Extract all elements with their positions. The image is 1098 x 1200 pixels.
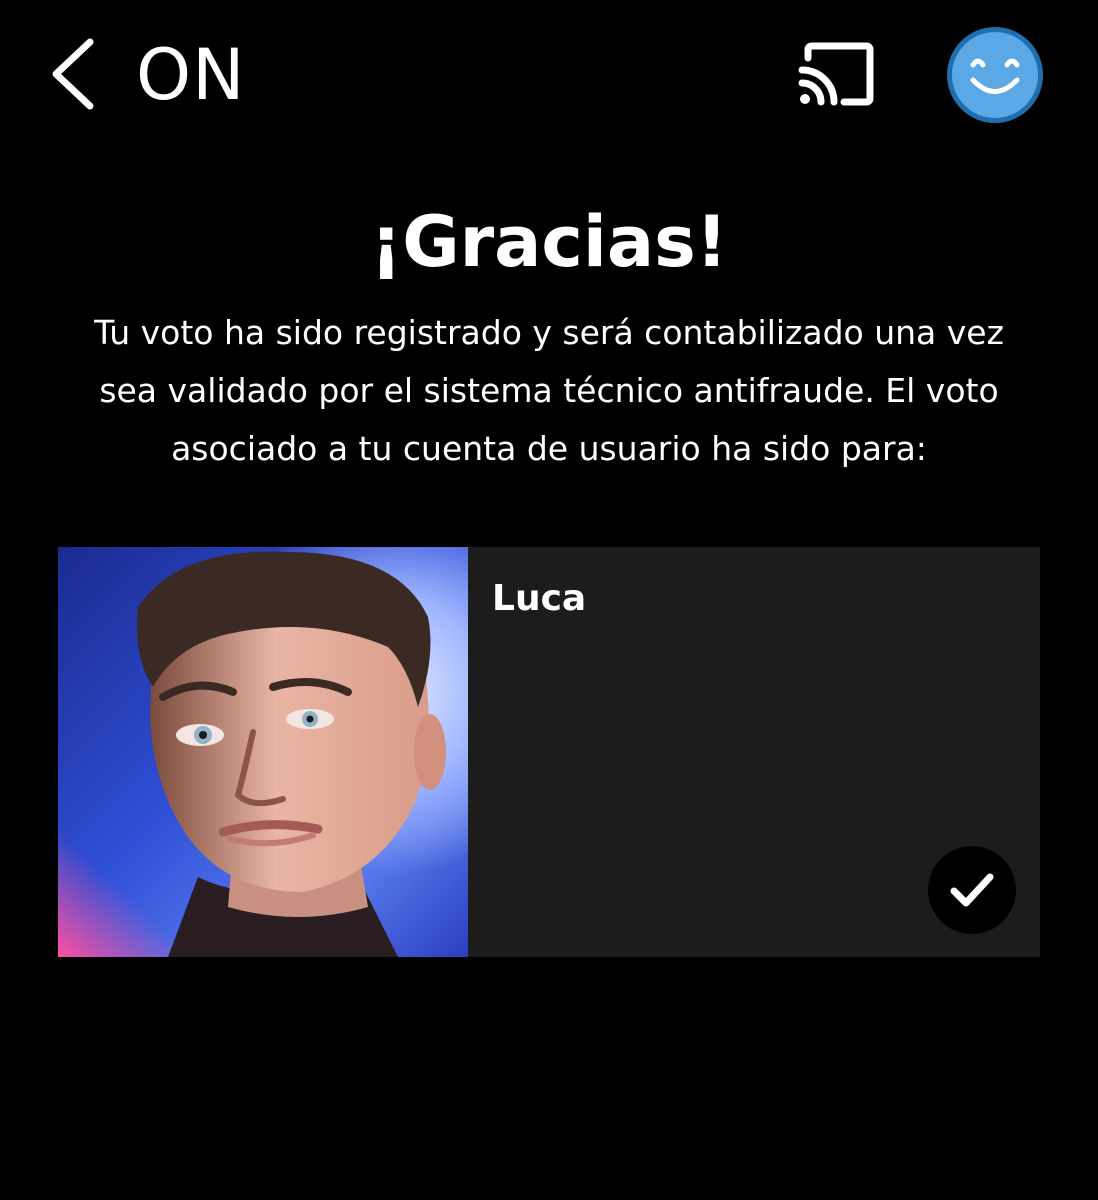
- smiley-face-icon: [947, 27, 1043, 123]
- candidate-photo: [58, 547, 468, 957]
- message-line: asociado a tu cuenta de usuario ha sido …: [171, 429, 927, 468]
- cast-button[interactable]: [794, 40, 878, 108]
- chevron-left-icon: [52, 38, 94, 110]
- candidate-card[interactable]: Luca: [58, 547, 1040, 957]
- selected-badge: [928, 846, 1016, 934]
- app-title: ON: [136, 34, 246, 116]
- checkmark-icon: [950, 873, 994, 907]
- vote-confirmation-screen: ON ¡Gracias! Tu voto ha sido registrado …: [0, 0, 1098, 1200]
- thank-you-heading: ¡Gracias!: [370, 201, 728, 283]
- profile-avatar[interactable]: [945, 25, 1045, 125]
- cast-icon: [798, 42, 874, 106]
- vote-registered-message: Tu voto ha sido registrado y será contab…: [50, 304, 1048, 478]
- message-line: Tu voto ha sido registrado y será contab…: [94, 313, 1004, 352]
- back-button[interactable]: [44, 36, 100, 112]
- message-line: sea validado por el sistema técnico anti…: [99, 371, 999, 410]
- candidate-name: Luca: [492, 578, 587, 619]
